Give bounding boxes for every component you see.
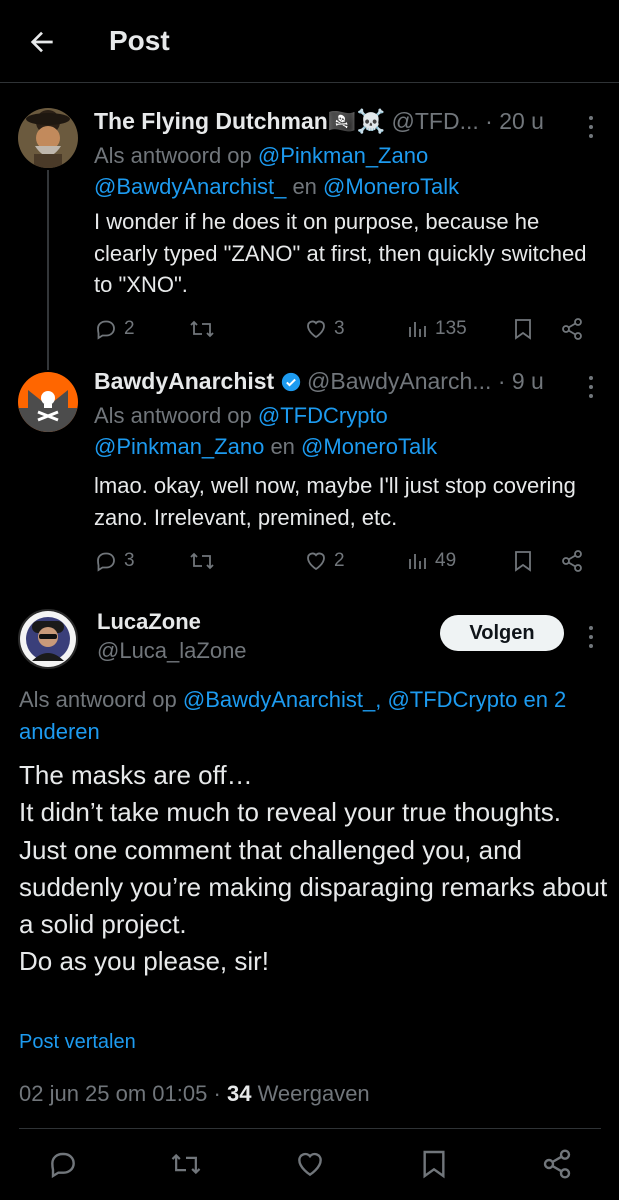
reply-button[interactable]: 2 [94,314,135,344]
like-count: 2 [334,550,345,571]
reply-count: 3 [124,550,135,571]
mention-link[interactable]: @MoneroTalk [323,174,459,199]
display-name[interactable]: BawdyAnarchist [94,368,274,394]
post-text: lmao. okay, well now, maybe I'll just st… [94,473,576,530]
follow-button[interactable]: Volgen [440,615,564,651]
repost-button[interactable] [189,314,215,344]
views-button[interactable]: 135 [407,314,467,344]
reply-context: Als antwoord op @Pinkman_Zano @BawdyAnar… [94,140,594,202]
share-icon[interactable] [541,1148,573,1180]
post-action-bar [0,1140,619,1190]
avatar[interactable] [18,372,78,432]
repost-icon[interactable] [170,1148,202,1180]
avatar[interactable] [18,609,78,669]
bookmark-icon[interactable] [418,1148,450,1180]
share-button[interactable] [560,314,584,344]
heart-icon [307,552,325,571]
more-options-icon[interactable] [589,116,595,138]
user-handle[interactable]: @BawdyAnarch... [307,368,491,394]
comment-icon [97,320,115,340]
translate-post-link[interactable]: Post vertalen [19,1031,136,1054]
reply-conjunction: en [292,174,317,199]
back-arrow-icon[interactable] [26,26,58,58]
more-options-icon[interactable] [589,376,595,398]
comment-icon[interactable] [47,1148,79,1180]
views-chart-icon [409,322,426,337]
user-handle[interactable]: @Luca_laZone [97,638,247,664]
post-meta: The Flying Dutchman🏴‍☠️☠️ @TFD... · 20 u [94,108,594,142]
reply-context: Als antwoord op @TFDCrypto @Pinkman_Zano… [94,400,594,462]
reply-conjunction: en [270,434,295,459]
mention-link[interactable]: @TFDCrypto [387,687,517,712]
heart-icon[interactable] [294,1148,326,1180]
reply-context: Als antwoord op @BawdyAnarchist_, @TFDCr… [19,684,619,748]
views-label: Weergaven [257,1081,370,1106]
stats-separator: · [213,1081,221,1106]
like-count: 3 [334,318,345,339]
views-button[interactable]: 49 [407,546,456,576]
mention-link[interactable]: @BawdyAnarchist_ [94,174,286,199]
views-count: 135 [435,318,467,339]
mention-link[interactable]: @TFDCrypto [258,403,388,428]
reply-prefix: Als antwoord op [94,143,252,168]
page-title: Post [109,25,170,56]
display-name[interactable]: LucaZone [97,609,201,635]
post-stats: 02 jun 25 om 01:05 · 34 Weergaven [19,1081,370,1107]
mention-link[interactable]: @BawdyAnarchist_, [183,687,381,712]
verified-badge-icon [281,372,300,392]
mention-link[interactable]: @MoneroTalk [301,434,437,459]
views-chart-icon [409,554,426,569]
reply-prefix: Als antwoord op [94,403,252,428]
user-handle[interactable]: @TFD... [392,108,479,134]
top-bar: Post [0,0,619,83]
reply-prefix: Als antwoord op [19,687,177,712]
post-text: The masks are off… It didn’t take much t… [19,760,608,977]
post-meta: BawdyAnarchist @BawdyAnarch... · 9 u [94,368,594,402]
more-options-icon[interactable] [589,626,595,648]
reply-count: 2 [124,318,135,339]
heart-icon [307,320,325,339]
repost-button[interactable] [189,546,215,576]
post-text: I wonder if he does it on purpose, becau… [94,209,587,297]
post-date[interactable]: 02 jun 25 om 01:05 [19,1081,207,1106]
views-count: 49 [435,550,457,571]
repost-icon [190,320,214,338]
share-button[interactable] [560,546,584,576]
post-time[interactable]: · 9 u [498,368,544,394]
divider [19,1128,601,1129]
share-icon [562,550,582,572]
action-bar: 3 2 49 [94,546,594,576]
display-name[interactable]: The Flying Dutchman🏴‍☠️☠️ [94,108,385,134]
repost-icon [190,552,214,570]
bookmark-icon [515,319,531,340]
avatar[interactable] [18,108,78,168]
thread-connector-line [47,170,49,370]
views-count: 34 [226,1081,252,1106]
like-button[interactable]: 2 [304,546,345,576]
bookmark-button[interactable] [512,314,534,344]
bookmark-button[interactable] [512,546,534,576]
action-bar: 2 3 135 [94,314,594,344]
mention-link[interactable]: @Pinkman_Zano [94,434,264,459]
mention-link[interactable]: @Pinkman_Zano [258,143,428,168]
share-icon [562,318,582,340]
comment-icon [97,552,115,572]
like-button[interactable]: 3 [304,314,345,344]
post-time[interactable]: · 20 u [485,108,544,134]
reply-button[interactable]: 3 [94,546,135,576]
bookmark-icon [515,551,531,572]
